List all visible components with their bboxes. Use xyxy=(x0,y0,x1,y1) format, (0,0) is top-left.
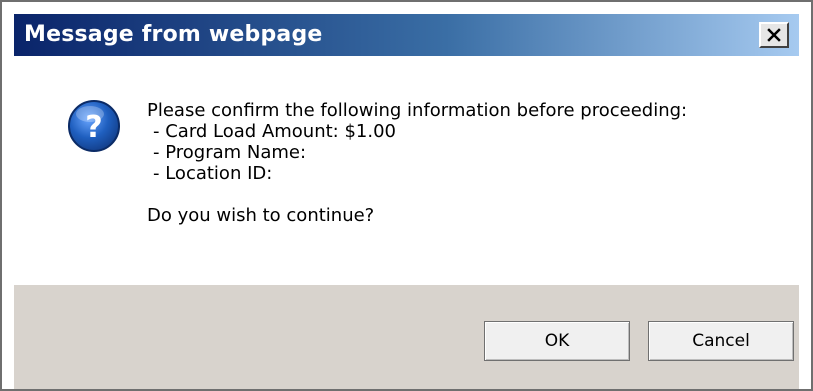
message-item-amount: - Card Load Amount: $1.00 xyxy=(153,121,396,142)
question-icon: ? xyxy=(68,100,120,152)
message-dialog: Message from webpage ? Please confirm th… xyxy=(0,0,813,391)
button-bar: OK Cancel xyxy=(14,285,799,389)
message-item-location: - Location ID: xyxy=(153,163,273,184)
close-button[interactable] xyxy=(759,22,789,48)
title-bar: Message from webpage xyxy=(14,14,799,56)
message-intro: Please confirm the following information… xyxy=(147,100,688,121)
message-question: Do you wish to continue? xyxy=(147,205,375,226)
message-text: Please confirm the following information… xyxy=(147,100,687,226)
dialog-content: ? Please confirm the following informati… xyxy=(14,56,799,285)
ok-button[interactable]: OK xyxy=(484,321,630,361)
svg-text:?: ? xyxy=(85,110,102,145)
message-item-program: - Program Name: xyxy=(153,142,307,163)
cancel-button[interactable]: Cancel xyxy=(648,321,794,361)
dialog-title: Message from webpage xyxy=(24,22,323,47)
close-icon xyxy=(767,28,781,42)
